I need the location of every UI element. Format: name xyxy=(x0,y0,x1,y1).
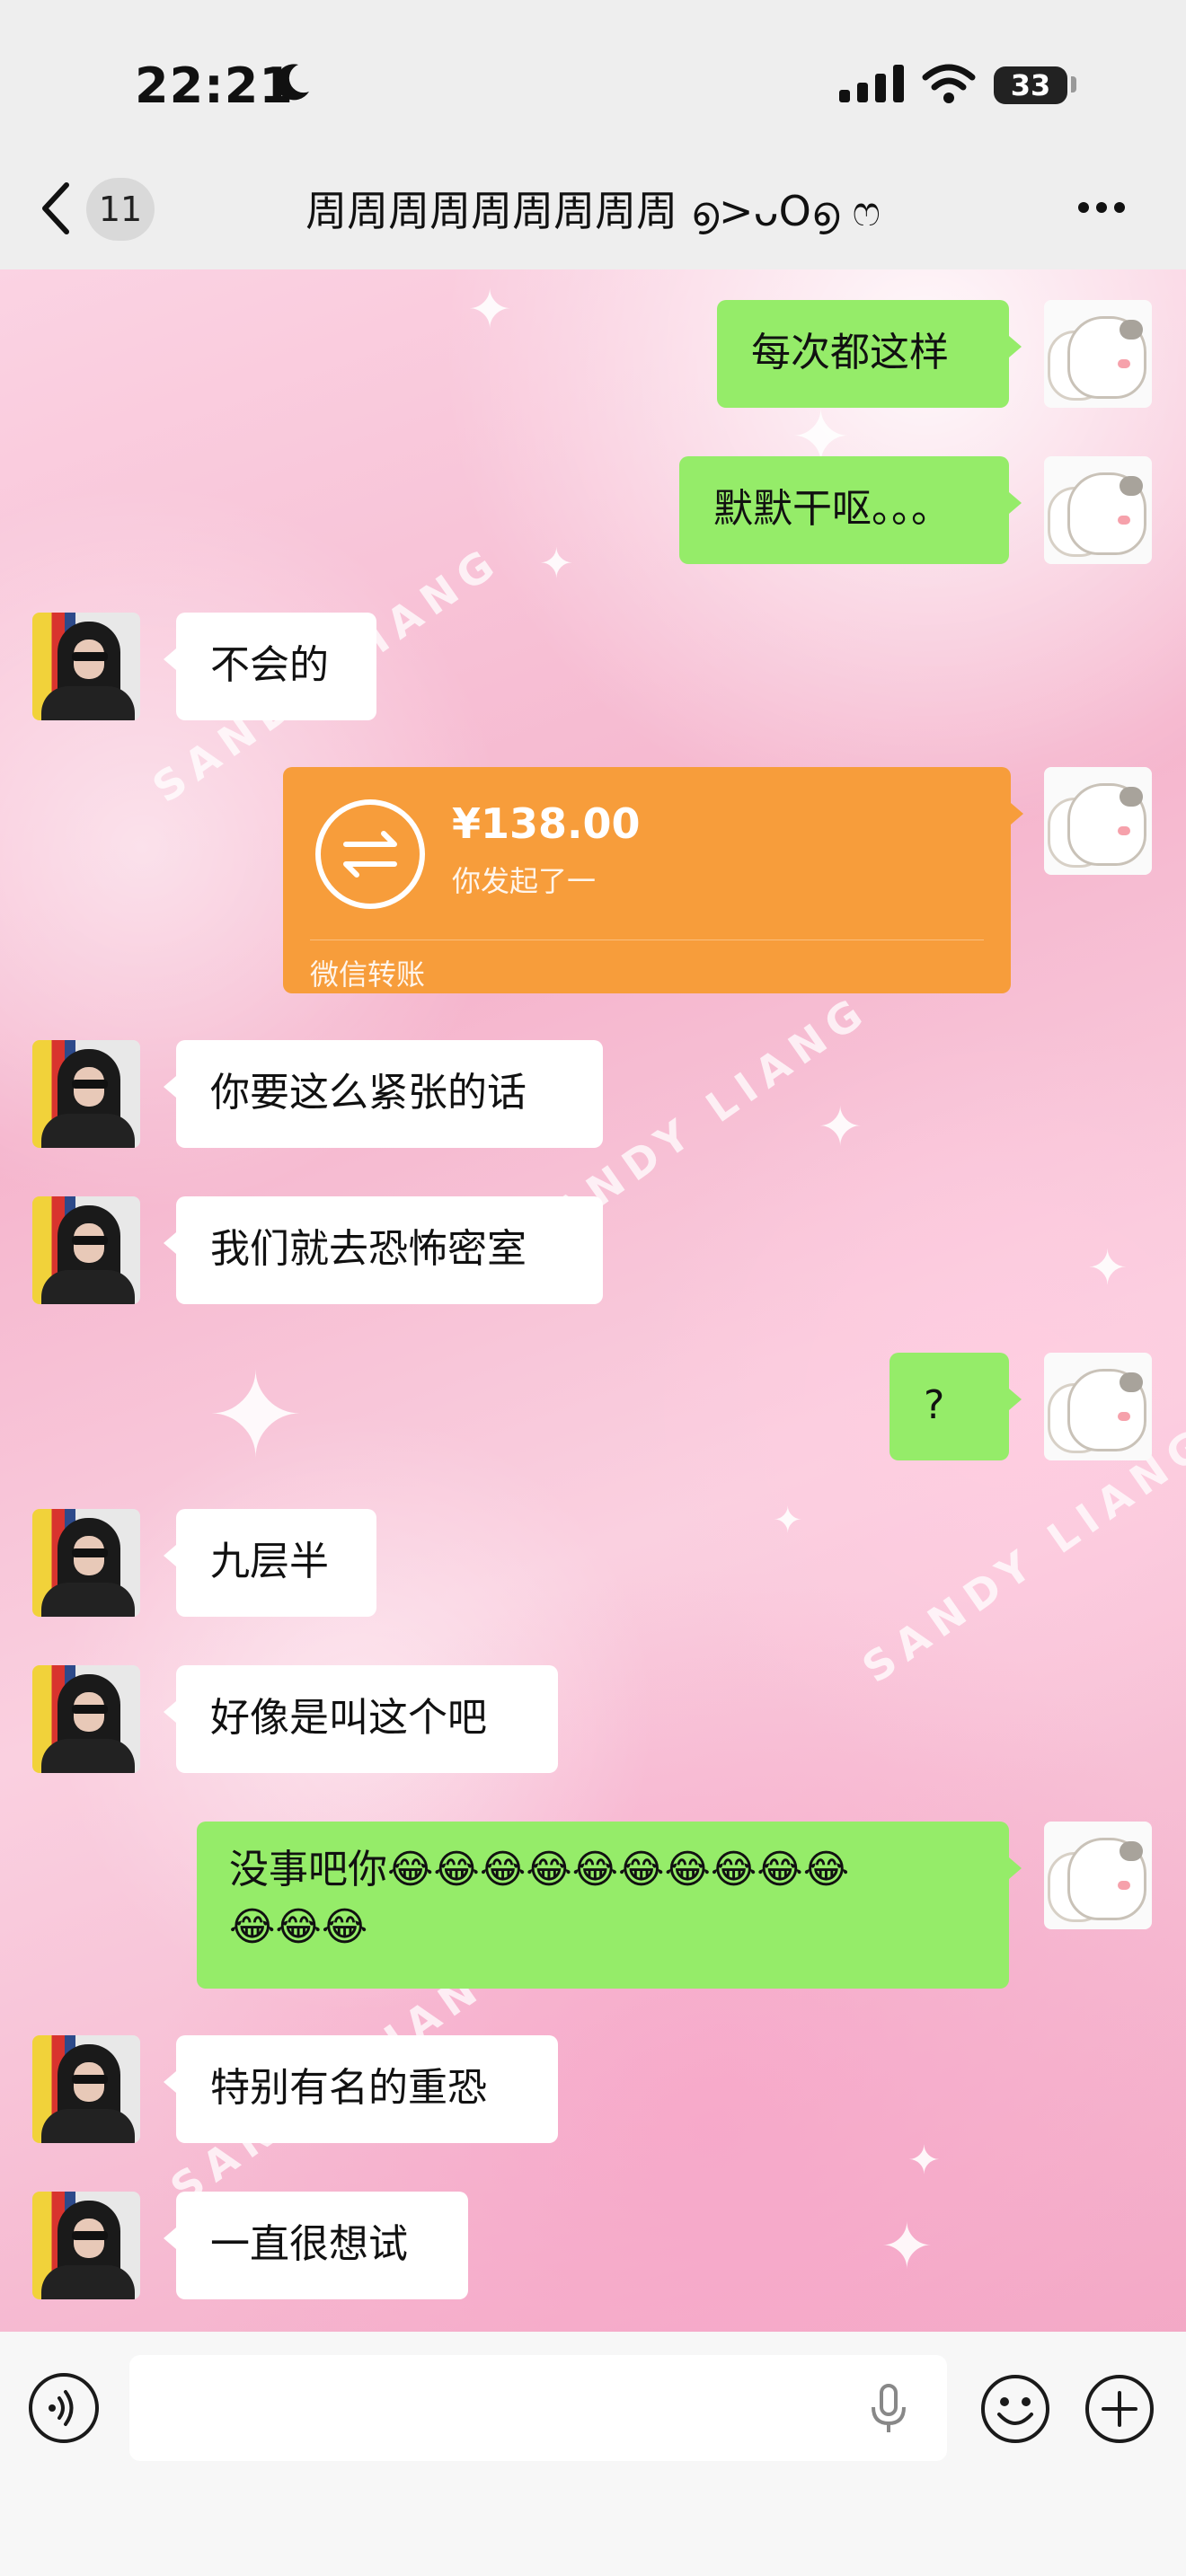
sparkle-icon: ✦ xyxy=(467,278,513,341)
self-avatar[interactable] xyxy=(1044,1822,1152,1929)
message-bubble-other[interactable]: 特别有名的重恐 xyxy=(164,2035,558,2143)
message-text-line: 没事吧你😂😂😂😂😂😂😂😂😂😂 xyxy=(229,1847,850,1892)
sparkle-icon: ✦ xyxy=(773,1500,803,1541)
transfer-card[interactable]: ¥138.00 你发起了一 微信转账 xyxy=(283,767,1023,993)
transfer-note: 你发起了一 xyxy=(452,864,597,898)
transfer-amount: ¥138.00 xyxy=(452,799,641,848)
message-bubble-self[interactable]: 没事吧你😂😂😂😂😂😂😂😂😂😂 😂😂😂 xyxy=(197,1822,1022,1989)
sparkle-icon: ✦ xyxy=(907,2138,941,2183)
contact-avatar[interactable] xyxy=(32,613,140,720)
voice-icon[interactable] xyxy=(29,2373,99,2443)
message-bubble-other[interactable]: 不会的 xyxy=(164,613,376,720)
message-bubble-other[interactable]: 一直很想试 xyxy=(164,2192,468,2299)
transfer-label: 微信转账 xyxy=(310,957,426,992)
microphone-icon[interactable] xyxy=(866,2382,911,2436)
contact-avatar[interactable] xyxy=(32,1040,140,1148)
sparkle-icon: ✦ xyxy=(539,539,574,587)
moon-icon xyxy=(276,64,309,101)
chevron-left-icon[interactable] xyxy=(36,180,75,237)
contact-avatar[interactable] xyxy=(32,1509,140,1617)
wifi-icon xyxy=(922,64,976,103)
sparkle-icon: ✦ xyxy=(881,2210,934,2283)
signal-icon xyxy=(839,65,904,102)
sparkle-icon: ✦ xyxy=(818,1096,863,1159)
message-bubble-other[interactable]: 九层半 xyxy=(164,1509,376,1617)
message-bubble-other[interactable]: 你要这么紧张的话 xyxy=(164,1040,603,1148)
contact-avatar[interactable] xyxy=(32,2192,140,2299)
top-bar: 22:21 33 11 周周周周周周周周周 ൭>ᴗO൭ ෆ xyxy=(0,0,1186,269)
message-bubble-self[interactable]: 默默干呕。。。 xyxy=(679,456,1022,564)
contact-avatar[interactable] xyxy=(32,1665,140,1773)
emoji-icon[interactable] xyxy=(979,2373,1051,2445)
battery-tip xyxy=(1071,76,1076,93)
unread-count-badge[interactable]: 11 xyxy=(86,178,155,241)
more-dots-icon[interactable] xyxy=(1078,199,1136,217)
message-text-line: 😂😂😂 xyxy=(229,1904,368,1950)
sparkle-icon: ✦ xyxy=(1087,1239,1128,1296)
battery-icon: 33 xyxy=(994,66,1067,104)
contact-avatar[interactable] xyxy=(32,1196,140,1304)
message-bubble-other[interactable]: 好像是叫这个吧 xyxy=(164,1665,558,1773)
message-bubble-self[interactable]: 每次都这样 xyxy=(717,300,1022,408)
message-bubble-other[interactable]: 我们就去恐怖密室 xyxy=(164,1196,603,1304)
contact-avatar[interactable] xyxy=(32,2035,140,2143)
self-avatar[interactable] xyxy=(1044,767,1152,875)
transfer-arrows-icon xyxy=(315,799,425,909)
message-input[interactable] xyxy=(129,2355,947,2461)
status-time: 22:21 xyxy=(135,57,294,114)
sparkle-icon: ✦ xyxy=(207,1347,305,1484)
input-bar xyxy=(0,2332,1186,2576)
self-avatar[interactable] xyxy=(1044,456,1152,564)
self-avatar[interactable] xyxy=(1044,300,1152,408)
chat-title: 周周周周周周周周周 ൭>ᴗO൭ ෆ xyxy=(305,187,881,235)
message-bubble-self[interactable]: ? xyxy=(890,1353,1022,1460)
plus-icon[interactable] xyxy=(1084,2373,1155,2445)
self-avatar[interactable] xyxy=(1044,1353,1152,1460)
